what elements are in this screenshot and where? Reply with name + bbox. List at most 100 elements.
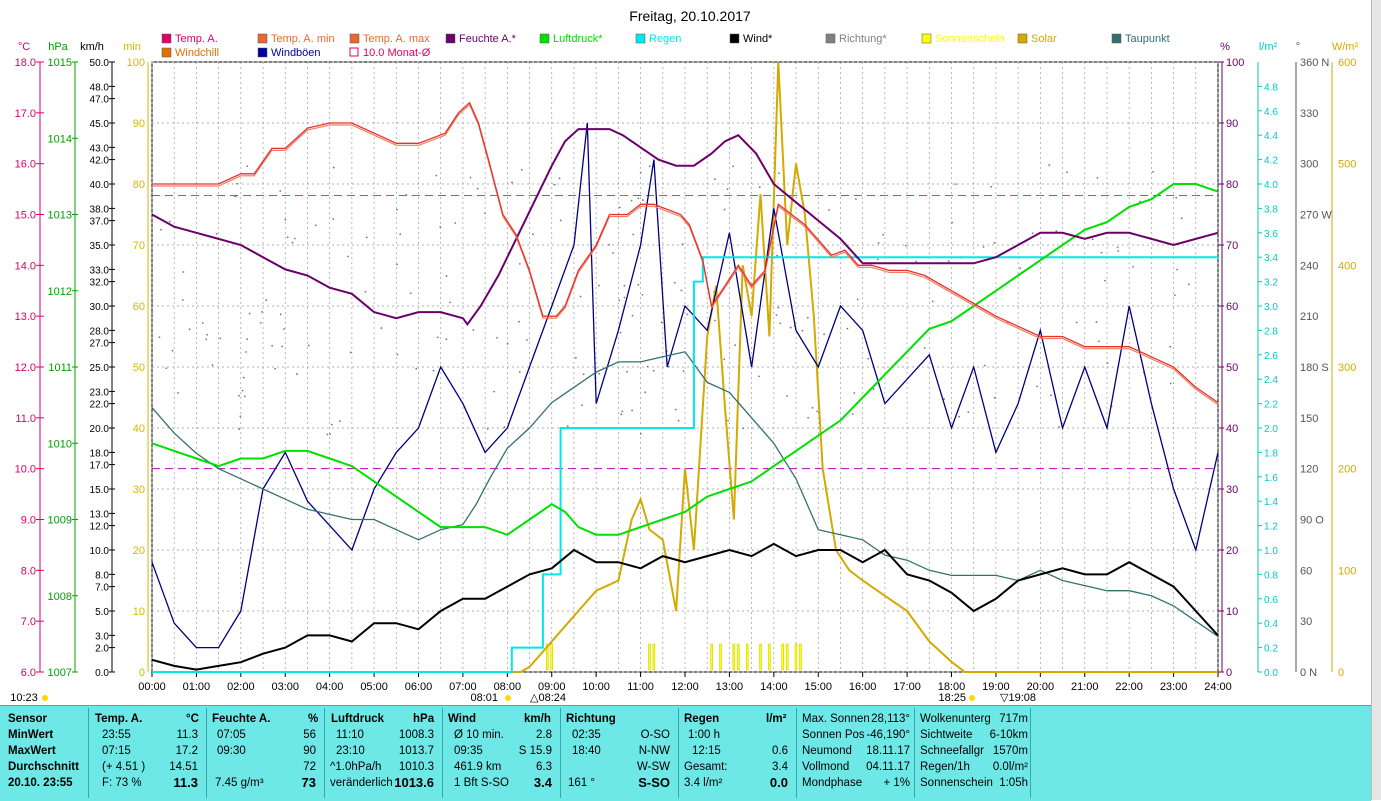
direction-point [241,389,244,392]
vertical-scrollbar[interactable] [1371,0,1381,800]
tick-time: 01:00 [183,681,211,693]
direction-point [286,236,289,239]
sunshine-bar [648,643,651,671]
sunshine-bar [768,643,771,671]
rain-unit: l/m² [766,713,787,725]
direction-point [445,275,448,277]
direction-point [856,298,859,301]
misc-label-0: Wolkenunterg [920,713,991,725]
tick-rain: 1.2 [1264,522,1278,533]
pressure-max-value: 1013.7 [398,745,434,757]
direction-point [954,183,957,186]
direction-min-time: 02:35 [572,729,601,741]
humidity-avg-value: 72 [303,761,316,773]
tick-direction: 180 S [1300,362,1329,374]
direction-point [449,301,451,304]
weather-chart: Freitag, 20.10.2017 Temp. A. Temp. A. min T… [10,8,1358,704]
tick-solar: 300 [1338,362,1356,374]
unit-pct: % [1220,41,1230,53]
tick-time: 15:00 [804,681,832,693]
tick-direction: 90 O [1300,515,1324,527]
rain-total-note: 3.4 l/m² [684,777,723,789]
tick-rain: 3.0 [1264,302,1278,313]
wind-beaufort: 1 Bft S-SO [454,777,509,789]
direction-point [1116,246,1119,249]
direction-point [1019,267,1022,270]
pressure-min-value: 1008.3 [398,729,434,741]
tick-time: 02:00 [227,681,255,693]
marker-sunset2: ▽19:08 [1000,692,1036,704]
tick-time: 24:00 [1204,681,1232,693]
astro-column: Max. Sonnen 28,113° Sonnen Pos -46,190° … [796,706,914,801]
direction-point [245,351,248,353]
direction-point [714,178,716,180]
legend-label: Luftdruck* [553,33,603,45]
legend-swatch [349,33,360,44]
tick-direction: 300 [1300,159,1318,171]
direction-point [399,233,402,236]
tick-rain: 1.6 [1264,473,1278,484]
direction-point [646,365,649,368]
sunshine-bar [732,643,736,671]
direction-point [623,296,626,299]
tick-direction: 240 [1300,260,1318,272]
direction-point [261,310,263,313]
direction-point [484,212,486,215]
rain-max-time: 12:15 [692,745,721,757]
tick-wind: 38.0 [90,204,110,215]
tick-temp: 15.0 [15,210,36,222]
tick-temp: 18.0 [15,57,36,69]
direction-point [1152,170,1155,173]
direction-point [1188,283,1190,286]
tick-rain: 1.0 [1264,546,1278,557]
direction-point [242,376,245,379]
direction-point [332,166,335,169]
direction-point [436,336,439,339]
wind-column: Wind km/h Ø 10 min. 2.8 09:35 S 15.9 461… [442,706,560,801]
direction-point [623,284,626,287]
tick-direction: 0 N [1300,667,1317,679]
marker-sunset: 18:25 [938,692,966,704]
tick-wind: 27.0 [90,339,110,350]
tick-wind: 17.0 [90,461,110,472]
wind-avg10-value: 2.8 [536,729,552,741]
pressure-unit: hPa [413,713,435,725]
legend-swatch [257,47,268,58]
tick-wind: 7.0 [95,583,109,594]
direction-point [396,263,398,266]
tick-pressure: 1011 [48,362,72,374]
direction-point [469,176,472,179]
tick-humidity: 90 [1226,118,1238,130]
pressure-min-time: 11:10 [336,729,364,741]
direction-point [233,195,236,197]
tick-direction: 150 [1300,413,1318,425]
legend-label: 10.0 Monat-Ø [363,47,431,59]
direction-point [644,391,647,394]
direction-point [582,373,585,376]
tick-temp: 16.0 [15,159,36,171]
direction-point [806,316,809,319]
direction-point [1100,251,1103,254]
direction-cur-value: S-SO [638,775,670,790]
direction-point [621,410,624,413]
direction-point [652,369,655,372]
direction-point [637,197,640,200]
sunshine-bar [759,643,762,671]
direction-point [219,337,222,340]
direction-point [486,428,489,430]
direction-point [686,313,689,316]
tick-humidity: 70 [1226,240,1238,252]
direction-point [158,336,161,339]
astro-label-2: Neumond [802,745,852,757]
tick-wind: 30.0 [90,302,110,313]
tick-humidity: 40 [1226,423,1238,435]
direction-point [259,322,262,324]
direction-point [518,371,521,373]
tick-wind: 32.0 [90,278,110,289]
direction-point [967,411,970,414]
legend-swatch [257,33,268,44]
direction-point [1104,279,1107,282]
tick-min: 40 [133,423,145,435]
legend-swatch [539,33,550,44]
direction-point [982,245,985,248]
